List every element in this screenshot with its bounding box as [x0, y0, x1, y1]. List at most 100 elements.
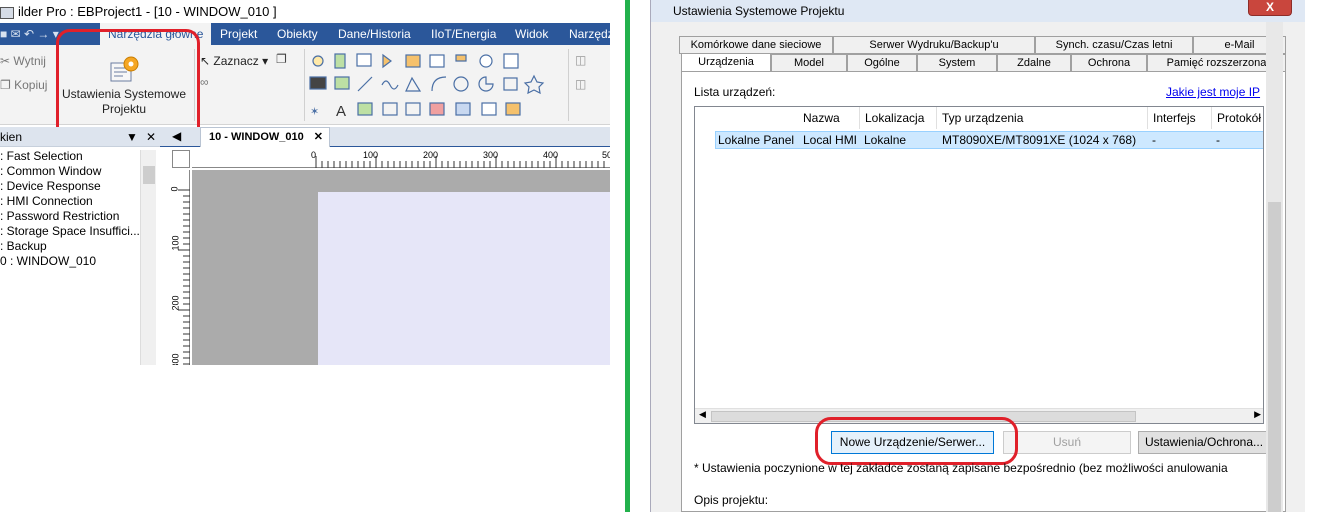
tab-general[interactable]: Ogólne — [847, 54, 917, 72]
ribbon-separator-2 — [304, 49, 305, 121]
svg-text:✶: ✶ — [310, 106, 319, 118]
cell-location: Lokalne — [864, 133, 907, 147]
ruler-label: 50 — [602, 150, 610, 160]
my-ip-link[interactable]: Jakie jest moje IP — [1166, 85, 1260, 99]
tab-security[interactable]: Ochrona — [1071, 54, 1147, 72]
cell-alias: Local HMI — [803, 133, 858, 147]
copy-icon: ❐ — [0, 78, 11, 92]
tab-view[interactable]: Widok — [515, 23, 548, 45]
tab-tools[interactable]: Narzędzi — [569, 23, 610, 45]
panel-menu-icon[interactable]: ▼ — [126, 127, 138, 147]
dialog-title-bar: Ustawienia Systemowe Projektu X — [651, 0, 1305, 22]
close-icon[interactable]: ✕ — [146, 127, 156, 147]
svg-text:A: A — [336, 103, 346, 120]
tree-item[interactable]: : Device Response — [0, 179, 140, 194]
copy-button[interactable]: ❐ Kopiuj — [0, 78, 47, 92]
tab-print-backup-server[interactable]: Serwer Wydruku/Backup'u — [833, 36, 1035, 54]
ruler-label: 300 — [170, 353, 181, 365]
ruler-label: 0 — [311, 150, 317, 160]
cell-type: MT8090XE/MT8091XE (1024 x 768) — [942, 133, 1137, 147]
close-icon[interactable]: ✕ — [314, 128, 323, 147]
dialog-vertical-scrollbar[interactable] — [1266, 22, 1283, 512]
drawing-tools-icons[interactable]: ✶ A — [308, 51, 548, 121]
ruler-label: 200 — [170, 295, 181, 311]
save-icon[interactable] — [0, 6, 14, 19]
tab-cellular-data[interactable]: Komórkowe dane sieciowe — [679, 36, 833, 54]
doc-tab-label: 10 - WINDOW_010 — [209, 131, 304, 143]
tab-system[interactable]: System — [917, 54, 997, 72]
dialog-scroll-thumb[interactable] — [1268, 202, 1281, 512]
window-tree: : Fast Selection : Common Window : Devic… — [0, 149, 140, 269]
device-list[interactable]: Nazwa Lokalizacja Typ urządzenia Interfe… — [694, 106, 1264, 424]
document-tab-bar: ◀ 10 - WINDOW_010 ✕ — [160, 127, 610, 147]
design-canvas[interactable] — [192, 170, 610, 365]
window-title: ilder Pro : EBProject1 - [10 - WINDOW_01… — [0, 0, 610, 23]
vertical-ruler: 0 100 200 300 — [169, 170, 190, 365]
project-description-label: Opis projektu: — [694, 493, 769, 507]
cell-protocol: - — [1216, 133, 1220, 147]
panel-header-title: kien — [0, 130, 23, 144]
ruler-label: 0 — [169, 186, 180, 192]
cell-interface: - — [1152, 133, 1156, 147]
distribute-icon[interactable]: ◫ — [575, 77, 586, 91]
ruler-label: 100 — [170, 235, 181, 251]
tab-remote[interactable]: Zdalne — [997, 54, 1071, 72]
tab-objects[interactable]: Obiekty — [277, 23, 318, 45]
tree-item[interactable]: : Common Window — [0, 164, 140, 179]
cut-button[interactable]: ✂ Wytnij — [0, 54, 46, 68]
settings-security-button[interactable]: Ustawienia/Ochrona... — [1138, 431, 1270, 454]
tree-item[interactable]: : HMI Connection — [0, 194, 140, 209]
link-icon[interactable]: ∞ — [200, 75, 209, 89]
close-button[interactable]: X — [1248, 0, 1292, 16]
settings-note: * Ustawienia poczynione w tej zakładce z… — [694, 461, 1228, 475]
column-header-type[interactable]: Typ urządzenia — [937, 107, 1148, 129]
group-icon[interactable]: ❐ — [276, 52, 287, 66]
cursor-icon: ↖ — [200, 54, 211, 68]
tab-data-history[interactable]: Dane/Historia — [338, 23, 411, 45]
tab-model[interactable]: Model — [771, 54, 847, 72]
device-list-label: Lista urządzeń: — [694, 85, 776, 99]
tab-scroll-left-icon[interactable]: ◀ — [172, 129, 181, 143]
column-header-location[interactable]: Lokalizacja — [860, 107, 937, 129]
cut-label: Wytnij — [13, 54, 46, 68]
column-header-interface[interactable]: Interfejs — [1148, 107, 1212, 129]
window-area[interactable] — [318, 192, 610, 365]
delete-button[interactable]: Usuń — [1003, 431, 1131, 454]
ribbon-separator-3 — [568, 49, 569, 121]
copy-label: Kopiuj — [14, 78, 48, 92]
ruler-corner — [172, 150, 190, 168]
doc-tab-window-010[interactable]: 10 - WINDOW_010 ✕ — [200, 127, 330, 147]
column-header-protocol[interactable]: Protokół — [1212, 107, 1263, 129]
drawing-tools-gallery: ✶ A — [308, 51, 548, 121]
easybuilder-window: ilder Pro : EBProject1 - [10 - WINDOW_01… — [0, 0, 610, 365]
highlight-new-device-button — [815, 417, 1018, 465]
scroll-left-icon[interactable]: ◀ — [699, 409, 706, 420]
tree-item[interactable]: : Storage Space Insuffici... — [0, 224, 140, 239]
horizontal-ruler: 0 100 200 300 400 50 — [192, 150, 610, 168]
tree-item[interactable]: : Password Restriction — [0, 209, 140, 224]
tab-devices[interactable]: Urządzenia — [681, 53, 771, 72]
vertical-ruler-ticks — [178, 189, 190, 365]
ruler-label: 300 — [483, 150, 499, 160]
tree-item[interactable]: : Backup — [0, 239, 140, 254]
align-icon[interactable]: ◫ — [575, 53, 586, 67]
close-icon: X — [1265, 0, 1274, 14]
select-label: Zaznacz — [213, 54, 259, 68]
tab-project[interactable]: Projekt — [220, 23, 257, 45]
tab-iiot-energy[interactable]: IIoT/Energia — [431, 23, 496, 45]
select-button[interactable]: ↖ Zaznacz ▾ — [200, 54, 268, 68]
tab-time-sync[interactable]: Synch. czasu/Czas letni — [1035, 36, 1193, 54]
scissors-icon: ✂ — [0, 54, 11, 68]
tree-scrollbar[interactable] — [140, 150, 156, 365]
project-settings-dialog: Ustawienia Systemowe Projektu X Komórkow… — [650, 0, 1305, 512]
column-header-name[interactable]: Nazwa — [798, 107, 860, 129]
scroll-right-icon[interactable]: ▶ — [1254, 409, 1261, 420]
window-title-text: ilder Pro : EBProject1 - [10 - WINDOW_01… — [18, 4, 277, 19]
cell-name: Lokalne Panel — [718, 133, 795, 147]
ruler-label: 400 — [543, 150, 559, 160]
tree-item[interactable]: : Fast Selection — [0, 149, 140, 164]
dialog-title: Ustawienia Systemowe Projektu — [673, 4, 845, 18]
table-row[interactable]: Lokalne Panel Local HMI Lokalne MT8090XE… — [715, 131, 1263, 149]
tree-scroll-thumb[interactable] — [143, 166, 155, 184]
tree-item[interactable]: 0 : WINDOW_010 — [0, 254, 140, 269]
